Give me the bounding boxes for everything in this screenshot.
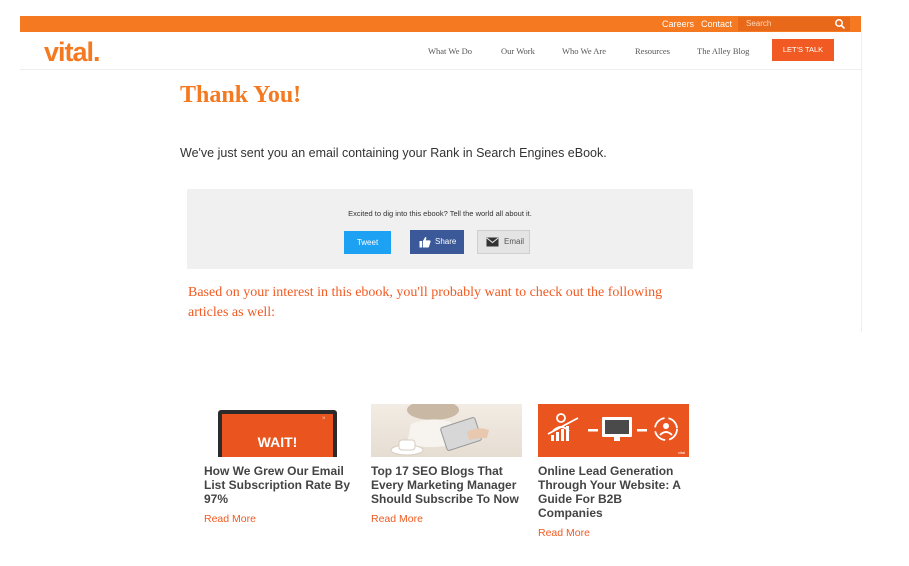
careers-link[interactable]: Careers [662,18,694,30]
email-share-button[interactable]: Email [477,230,530,254]
site-header: vital. What We Do Our Work Who We Are Re… [20,32,861,70]
thumbnail-logo: vital [677,450,685,455]
envelope-icon [486,237,499,247]
article-thumbnail[interactable]: × WAIT! [204,404,355,457]
article-card[interactable]: vital Online Lead Generation Through You… [538,404,690,539]
article-title[interactable]: Top 17 SEO Blogs That Every Marketing Ma… [371,464,523,506]
nav-our-work[interactable]: Our Work [501,46,535,56]
lets-talk-button[interactable]: LET'S TALK [772,39,834,61]
search-input[interactable]: Search [738,17,850,31]
share-panel: Excited to dig into this ebook? Tell the… [187,189,693,269]
nav-who-we-are[interactable]: Who We Are [562,46,606,56]
related-intro: Based on your interest in this ebook, yo… [188,285,663,320]
search-placeholder: Search [746,19,772,28]
nav-alley-blog[interactable]: The Alley Blog [697,46,749,56]
nav-resources[interactable]: Resources [635,46,670,56]
search-icon[interactable] [834,18,846,30]
thumbs-up-icon [419,236,431,248]
article-thumbnail[interactable]: vital [538,404,689,457]
article-card[interactable]: Top 17 SEO Blogs That Every Marketing Ma… [371,404,523,525]
utility-bar: Careers Contact Search [20,16,861,32]
nav-what-we-do[interactable]: What We Do [428,46,472,56]
site-logo[interactable]: vital. [44,37,101,68]
article-title[interactable]: How We Grew Our Email List Subscription … [204,464,356,506]
page-title: Thank You! [180,82,302,108]
article-thumbnail[interactable] [371,404,522,457]
article-card[interactable]: × WAIT! How We Grew Our Email List Subsc… [204,404,356,525]
tablet-photo [390,404,489,456]
confirmation-message: We've just sent you an email containing … [180,146,607,160]
lead-gen-graphic [547,413,678,441]
read-more-link[interactable]: Read More [204,513,356,525]
close-icon: × [322,416,326,422]
contact-link[interactable]: Contact [701,18,732,30]
thumbnail-caption: WAIT! [257,434,298,450]
read-more-link[interactable]: Read More [371,513,523,525]
share-prompt: Excited to dig into this ebook? Tell the… [348,209,532,218]
sidebar-divider [861,32,862,332]
share-label: Share [435,237,457,246]
article-title[interactable]: Online Lead Generation Through Your Webs… [538,464,690,520]
read-more-link[interactable]: Read More [538,527,690,539]
facebook-share-button[interactable]: Share [410,230,464,254]
email-label: Email [504,237,525,246]
tweet-button[interactable]: Tweet [344,231,391,254]
